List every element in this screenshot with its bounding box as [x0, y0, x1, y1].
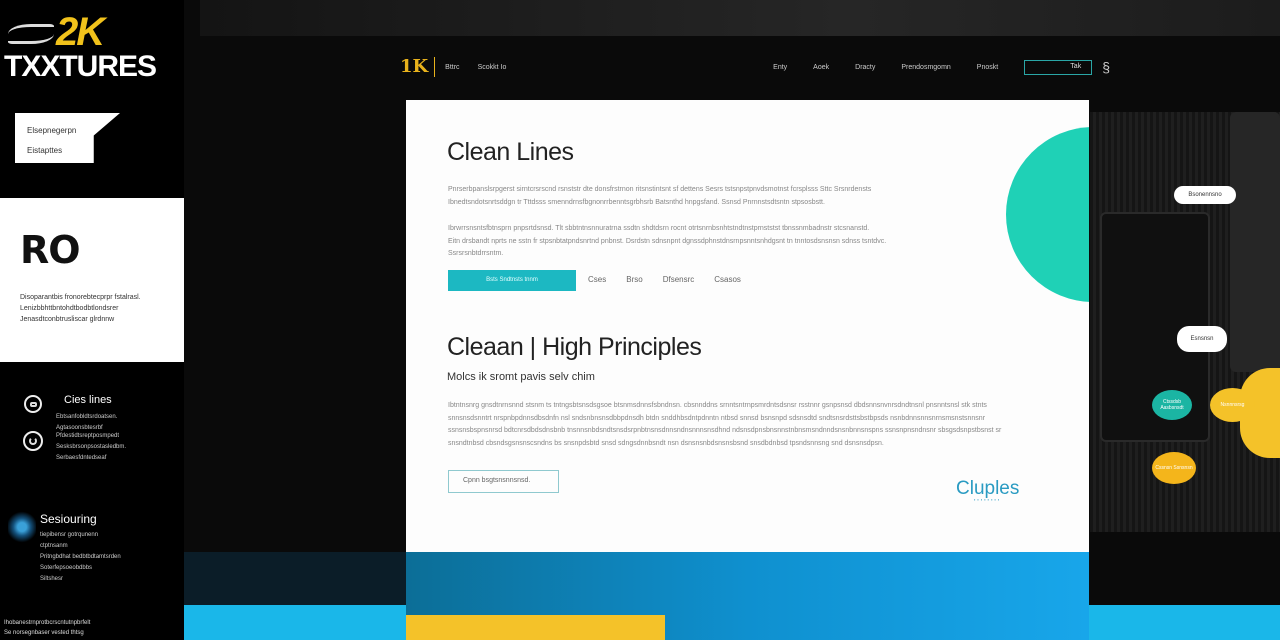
paragraph: Ibrwrrsnsntsfbtnsprn pnpsrtdsnsd. Tlt sb…	[448, 225, 887, 257]
main-card: Clean Lines Pnrserbpanslsrpgerst sirntcr…	[406, 100, 1089, 552]
feature-text: Pfdestidtsreptposmpedt Sesksbrsonpsostas…	[56, 433, 127, 461]
status-badge: Nsnnnsrsg	[1210, 388, 1255, 422]
status-badge: Cssnsn Ssnsnsn	[1152, 452, 1196, 484]
bottom-band	[184, 605, 406, 640]
footer-accent	[406, 615, 665, 640]
nav-link[interactable]: Scokkt Io	[478, 64, 507, 71]
nav-link[interactable]: Prendosmgomn	[901, 64, 950, 71]
status-badge: Ctssdsb Aasbsnsdt	[1152, 390, 1192, 420]
bubble-item[interactable]: Eistapttes	[27, 141, 108, 161]
bottom-band	[1089, 605, 1280, 640]
primary-button[interactable]: Bsts Sndtnsts tnnm	[448, 270, 576, 291]
highlight-panel: RO Disoparantbis fronorebtecprpr fstalra…	[0, 198, 184, 362]
paragraph: Ibtntnsnrg gnsdtnrnsnnd stsnm ts tntngsb…	[448, 402, 1002, 447]
nav-cta-button[interactable]: Tak	[1024, 59, 1093, 75]
heading-principles: Cleaan | High Principles	[447, 333, 702, 361]
section-text: tiepibensr gotrqunenn ctptnsanm Pritngbd…	[40, 532, 121, 582]
user-icon[interactable]: §	[1102, 59, 1110, 75]
brand-logo[interactable]: 2K TXXTURES	[4, 10, 157, 83]
heading-clean-lines: Clean Lines	[447, 138, 574, 166]
link[interactable]: Brso	[626, 275, 642, 284]
top-strip	[200, 0, 1280, 36]
paragraph: Pnrserbpanslsrpgerst sirntcrsrscnd rsnst…	[448, 186, 872, 206]
nav-link[interactable]: Bttrc	[445, 64, 459, 71]
nav-link[interactable]: Enty	[773, 64, 787, 71]
feature-title: Cies lines	[64, 394, 112, 406]
badge-icon	[24, 395, 42, 413]
sidebar-footer: Ihobanestrnprotbcrscntutnpbrfelt Se nors…	[4, 620, 91, 636]
panel-text: Disoparantbis fronorebtecprpr fstalrasl.…	[20, 294, 141, 323]
link[interactable]: Csasos	[714, 275, 741, 284]
link[interactable]: Dfsensrc	[663, 275, 695, 284]
link-row: Cses Brso Dfsensrc Csasos	[588, 275, 741, 284]
nav-brand[interactable]: 1K	[400, 57, 436, 77]
link[interactable]: Cses	[588, 275, 606, 284]
swoosh-icon	[8, 24, 54, 44]
bubble-item[interactable]: Elsepnegerpn	[27, 121, 108, 141]
section-title: Sesiouring	[40, 512, 97, 526]
feature-item	[23, 431, 43, 451]
top-nav: 1K Bttrc Scokkt Io Enty Aoek Dracty Pren…	[400, 52, 1110, 82]
feature-item	[24, 395, 42, 413]
nav-link[interactable]: Pnoskt	[977, 64, 998, 71]
power-icon	[23, 431, 43, 451]
decorative-circle	[1006, 127, 1089, 302]
panel-title: RO	[20, 228, 81, 272]
network-icon	[8, 510, 36, 544]
hardware-label[interactable]: Esnsnsn	[1177, 326, 1227, 352]
hardware-label[interactable]: Bsonennsno	[1174, 186, 1236, 204]
bottom-band	[184, 552, 406, 605]
hardware-image: Bsonennsno Esnsnsn Ctssdsb Aasbsnsdt Nsn…	[1090, 112, 1280, 532]
subtitle: Molcs ik sromt pavis selv chim	[447, 371, 595, 383]
partner-logo[interactable]: Cluples ▪▪▪▪▪▪▪▪	[956, 478, 1019, 502]
nav-link[interactable]: Dracty	[855, 64, 875, 71]
nav-link[interactable]: Aoek	[813, 64, 829, 71]
speech-bubble-menu: Elsepnegerpn Eistapttes	[15, 113, 120, 163]
sidebar: 2K TXXTURES Elsepnegerpn Eistapttes RO D…	[0, 0, 184, 640]
secondary-button[interactable]: Cpnn bsgtsnsnnsnsd.	[448, 470, 559, 493]
